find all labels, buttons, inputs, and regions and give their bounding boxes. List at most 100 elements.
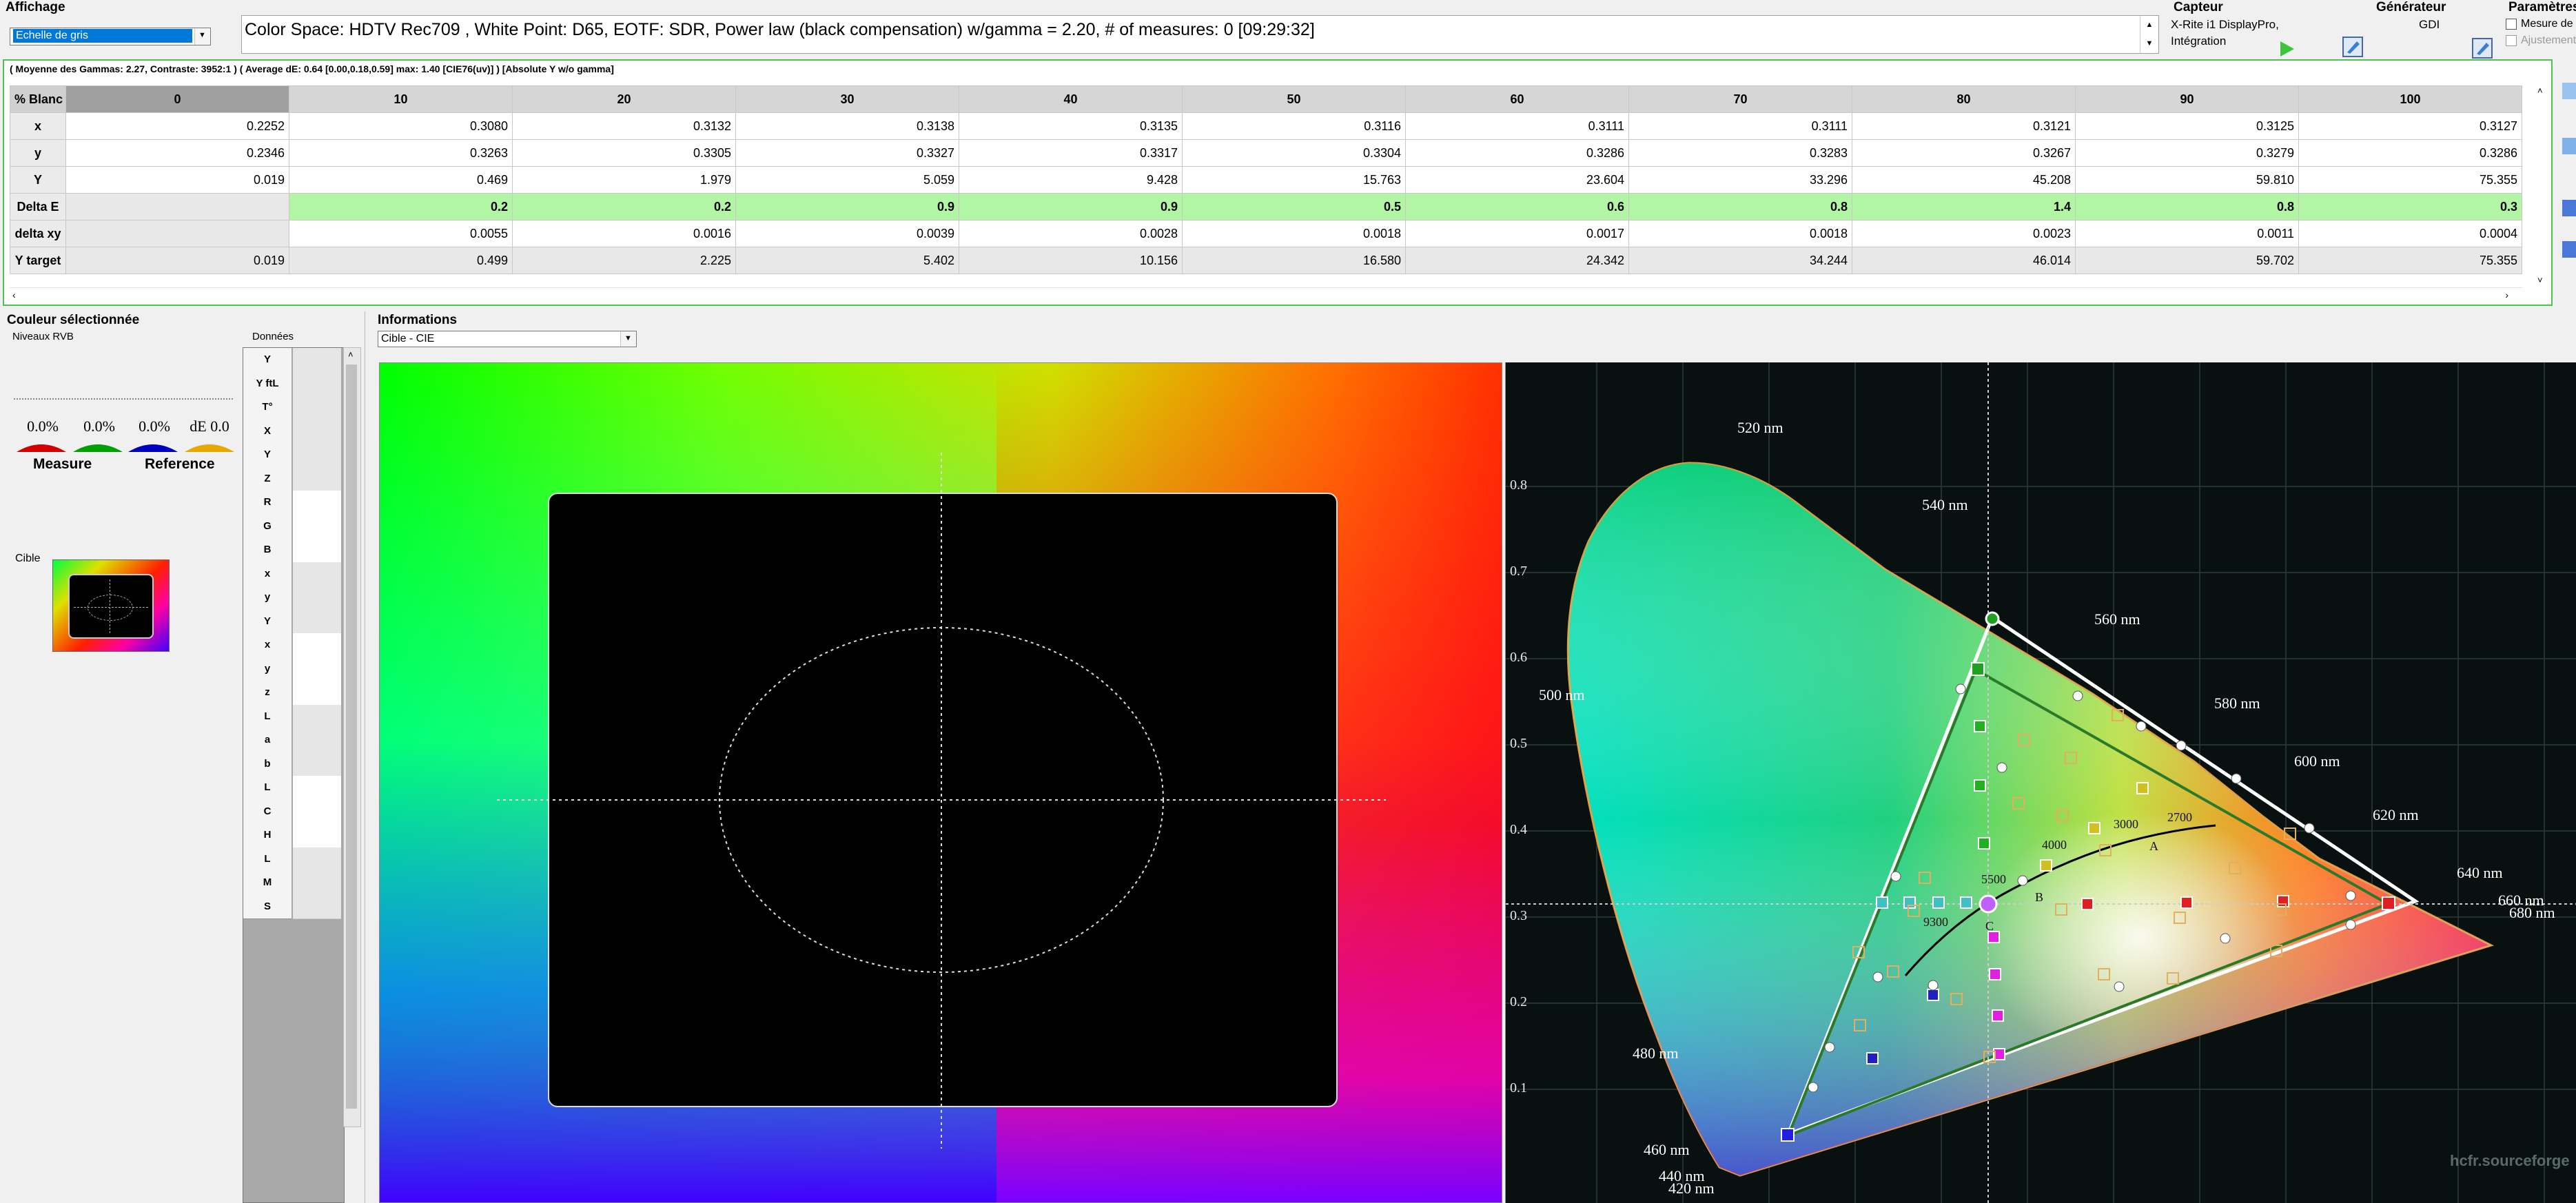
toolbar-button[interactable] bbox=[2562, 241, 2576, 258]
table-cell[interactable]: 0.2252 bbox=[65, 112, 289, 140]
table-cell[interactable]: 46.014 bbox=[1852, 247, 2076, 274]
table-cell[interactable]: 0.3317 bbox=[959, 139, 1183, 167]
table-cell[interactable]: 0.019 bbox=[65, 247, 289, 274]
col-header[interactable]: 70 bbox=[1628, 85, 1852, 113]
toolbar-button[interactable] bbox=[2562, 83, 2576, 99]
table-cell[interactable]: 0.499 bbox=[289, 247, 513, 274]
table-cell[interactable]: 0.3286 bbox=[2298, 139, 2522, 167]
table-cell[interactable]: 0.3 bbox=[2298, 193, 2522, 220]
chevron-up-icon[interactable]: ˄ bbox=[2537, 85, 2543, 96]
table-cell[interactable]: 0.0011 bbox=[2075, 220, 2299, 247]
table-cell[interactable]: 33.296 bbox=[1628, 166, 1852, 194]
col-header[interactable]: 100 bbox=[2298, 85, 2522, 113]
chevron-right-icon[interactable]: › bbox=[2505, 289, 2508, 300]
table-cell[interactable]: 75.355 bbox=[2298, 247, 2522, 274]
col-header[interactable]: 50 bbox=[1182, 85, 1406, 113]
display-mode-select[interactable]: Echelle de gris bbox=[10, 28, 211, 45]
table-cell[interactable]: 0.9 bbox=[735, 193, 959, 220]
table-cell[interactable]: 0.3263 bbox=[289, 139, 513, 167]
table-cell[interactable]: 0.3304 bbox=[1182, 139, 1406, 167]
table-cell[interactable]: 45.208 bbox=[1852, 166, 2076, 194]
table-cell[interactable]: 0.3286 bbox=[1405, 139, 1629, 167]
checkbox-icon[interactable] bbox=[2506, 34, 2517, 46]
col-header[interactable]: 80 bbox=[1852, 85, 2076, 113]
table-cell[interactable]: 0.0023 bbox=[1852, 220, 2076, 247]
table-cell[interactable]: 0.0016 bbox=[512, 220, 736, 247]
chevron-down-icon[interactable] bbox=[620, 331, 636, 347]
params-check-1[interactable]: Mesure de bbox=[2506, 18, 2573, 30]
data-vscrollbar[interactable]: ˄ bbox=[343, 347, 361, 1127]
table-cell[interactable]: 0.3080 bbox=[289, 112, 513, 140]
table-cell[interactable]: 15.763 bbox=[1182, 166, 1406, 194]
table-cell[interactable]: 0.8 bbox=[2075, 193, 2299, 220]
col-header[interactable]: 20 bbox=[512, 85, 736, 113]
status-scroll-down[interactable]: ▼ bbox=[2140, 34, 2158, 53]
table-cell[interactable]: 0.3116 bbox=[1182, 112, 1406, 140]
info-view-select[interactable]: Cible - CIE bbox=[378, 331, 637, 347]
table-hscrollbar[interactable]: ‹ › bbox=[10, 287, 2522, 302]
table-cell[interactable]: 0.3111 bbox=[1405, 112, 1629, 140]
checkbox-icon[interactable] bbox=[2506, 18, 2517, 30]
table-cell[interactable]: 0.3283 bbox=[1628, 139, 1852, 167]
table-cell[interactable]: 0.0017 bbox=[1405, 220, 1629, 247]
table-cell[interactable]: 34.244 bbox=[1628, 247, 1852, 274]
sensor-settings-icon[interactable] bbox=[2342, 36, 2364, 58]
table-cell[interactable]: 0.3132 bbox=[512, 112, 736, 140]
col-header[interactable]: 90 bbox=[2075, 85, 2299, 113]
table-cell[interactable]: 9.428 bbox=[959, 166, 1183, 194]
table-cell[interactable] bbox=[65, 220, 289, 247]
table-cell[interactable]: 2.225 bbox=[512, 247, 736, 274]
table-cell[interactable]: 0.3111 bbox=[1628, 112, 1852, 140]
table-cell[interactable]: 0.0055 bbox=[289, 220, 513, 247]
table-cell[interactable]: 16.580 bbox=[1182, 247, 1406, 274]
chevron-down-icon[interactable] bbox=[194, 28, 210, 45]
table-cell[interactable]: 0.0028 bbox=[959, 220, 1183, 247]
scroll-thumb[interactable] bbox=[346, 364, 357, 1109]
table-cell[interactable]: 1.979 bbox=[512, 166, 736, 194]
col-header[interactable]: 0 bbox=[65, 85, 289, 113]
chevron-up-icon[interactable]: ˄ bbox=[348, 349, 354, 360]
table-cell[interactable]: 0.5 bbox=[1182, 193, 1406, 220]
col-header[interactable]: 30 bbox=[735, 85, 959, 113]
table-cell[interactable]: 0.0018 bbox=[1628, 220, 1852, 247]
table-cell[interactable]: 0.469 bbox=[289, 166, 513, 194]
col-header[interactable]: 60 bbox=[1405, 85, 1629, 113]
table-cell[interactable]: 0.2 bbox=[289, 193, 513, 220]
table-cell[interactable]: 0.3135 bbox=[959, 112, 1183, 140]
col-header[interactable]: 40 bbox=[959, 85, 1183, 113]
table-cell[interactable]: 59.810 bbox=[2075, 166, 2299, 194]
table-cell[interactable]: 10.156 bbox=[959, 247, 1183, 274]
status-scroll-up[interactable]: ▲ bbox=[2140, 16, 2158, 34]
chevron-down-icon[interactable]: ˅ bbox=[2537, 275, 2543, 285]
table-cell[interactable]: 5.402 bbox=[735, 247, 959, 274]
table-cell[interactable]: 0.0004 bbox=[2298, 220, 2522, 247]
table-cell[interactable]: 0.0018 bbox=[1182, 220, 1406, 247]
table-cell[interactable]: 0.9 bbox=[959, 193, 1183, 220]
table-cell[interactable]: 0.3305 bbox=[512, 139, 736, 167]
table-cell[interactable]: 0.019 bbox=[65, 166, 289, 194]
table-cell[interactable]: 0.3327 bbox=[735, 139, 959, 167]
table-vscrollbar[interactable]: ˄ ˅ bbox=[2533, 85, 2550, 285]
chevron-left-icon[interactable]: ‹ bbox=[12, 289, 16, 300]
table-cell[interactable]: 0.6 bbox=[1405, 193, 1629, 220]
table-cell[interactable]: 1.4 bbox=[1852, 193, 2076, 220]
table-cell[interactable]: 0.3127 bbox=[2298, 112, 2522, 140]
table-cell[interactable]: 0.2 bbox=[512, 193, 736, 220]
table-cell[interactable]: 24.342 bbox=[1405, 247, 1629, 274]
params-check-2[interactable]: Ajustement bbox=[2506, 34, 2576, 47]
toolbar-button[interactable] bbox=[2562, 138, 2576, 154]
table-cell[interactable] bbox=[65, 193, 289, 220]
play-measure-icon[interactable] bbox=[2278, 40, 2296, 58]
table-cell[interactable]: 0.3125 bbox=[2075, 112, 2299, 140]
table-cell[interactable]: 0.3267 bbox=[1852, 139, 2076, 167]
table-cell[interactable]: 5.059 bbox=[735, 166, 959, 194]
table-cell[interactable]: 0.3279 bbox=[2075, 139, 2299, 167]
table-cell[interactable]: 0.8 bbox=[1628, 193, 1852, 220]
table-cell[interactable]: 0.3138 bbox=[735, 112, 959, 140]
table-cell[interactable]: 59.702 bbox=[2075, 247, 2299, 274]
generator-settings-icon[interactable] bbox=[2471, 37, 2493, 59]
table-cell[interactable]: 75.355 bbox=[2298, 166, 2522, 194]
table-cell[interactable]: 0.2346 bbox=[65, 139, 289, 167]
col-header[interactable]: 10 bbox=[289, 85, 513, 113]
table-cell[interactable]: 0.0039 bbox=[735, 220, 959, 247]
